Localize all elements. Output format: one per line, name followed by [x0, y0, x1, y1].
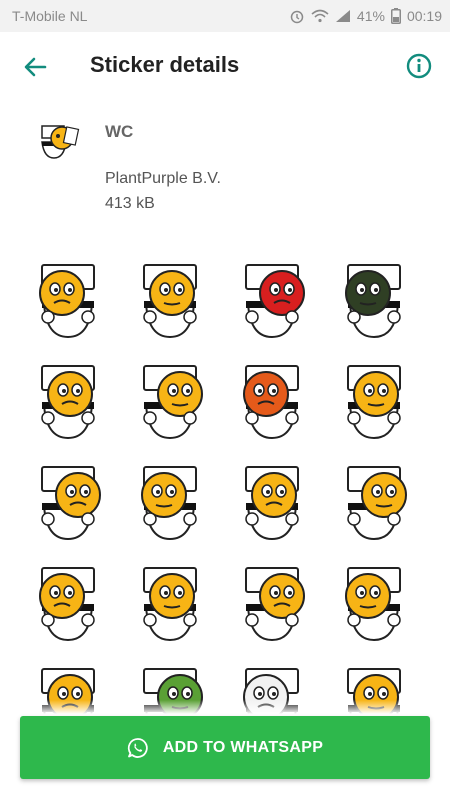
clock-time: 00:19 [406, 8, 442, 24]
sticker-angry-red-face-toilet[interactable] [226, 351, 328, 452]
sticker-thinking-face-toilet[interactable] [226, 452, 328, 553]
sticker-crying-face-toilet[interactable] [328, 553, 430, 654]
sticker-burst-face-toilet[interactable] [22, 452, 124, 553]
status-icons: 41% 00:19 [289, 8, 442, 24]
sticker-newspaper-face-toilet[interactable] [124, 250, 226, 351]
add-to-whatsapp-label: ADD TO WHATSAPP [162, 738, 324, 756]
sticker-angry-face-toilet[interactable] [22, 250, 124, 351]
sticker-reading-newspaper-toilet[interactable] [328, 452, 430, 553]
signal-icon [335, 10, 350, 22]
sticker-shocked-face-toilet[interactable] [124, 351, 226, 452]
app-bar: Sticker details [0, 32, 450, 100]
sticker-green-splash-toilet[interactable] [124, 452, 226, 553]
page-title: Sticker details [90, 52, 240, 77]
info-icon[interactable] [404, 51, 434, 81]
alarm-icon [290, 10, 304, 24]
battery-percent: 41% [356, 8, 385, 24]
battery-icon [390, 8, 401, 24]
sticker-grid [0, 250, 450, 755]
status-bar: T-Mobile NL 41% 00:19 [0, 0, 450, 32]
back-arrow-icon[interactable] [20, 52, 50, 82]
sticker-vomit-face-toilet[interactable] [22, 553, 124, 654]
add-to-whatsapp-button[interactable]: ADD TO WHATSAPP [20, 716, 430, 779]
sticker-devil-face-toilet[interactable] [226, 250, 328, 351]
sticker-plunger-face-toilet[interactable] [124, 553, 226, 654]
pack-size: 413 kB [105, 195, 155, 212]
sticker-toilet-roll-face-toilet[interactable] [226, 553, 328, 654]
sticker-lipstick-face-toilet[interactable] [328, 351, 430, 452]
pack-header: WC PlantPurple B.V. 413 kB [0, 100, 450, 230]
wifi-icon [311, 9, 329, 23]
carrier-label: T-Mobile NL [12, 8, 88, 24]
sticker-gasmask-face-toilet[interactable] [328, 250, 430, 351]
pack-publisher: PlantPurple B.V. [105, 170, 221, 187]
pack-name: WC [105, 122, 134, 141]
pack-tray-icon [41, 125, 80, 159]
sticker-phone-face-toilet[interactable] [22, 351, 124, 452]
whatsapp-icon [127, 737, 148, 758]
